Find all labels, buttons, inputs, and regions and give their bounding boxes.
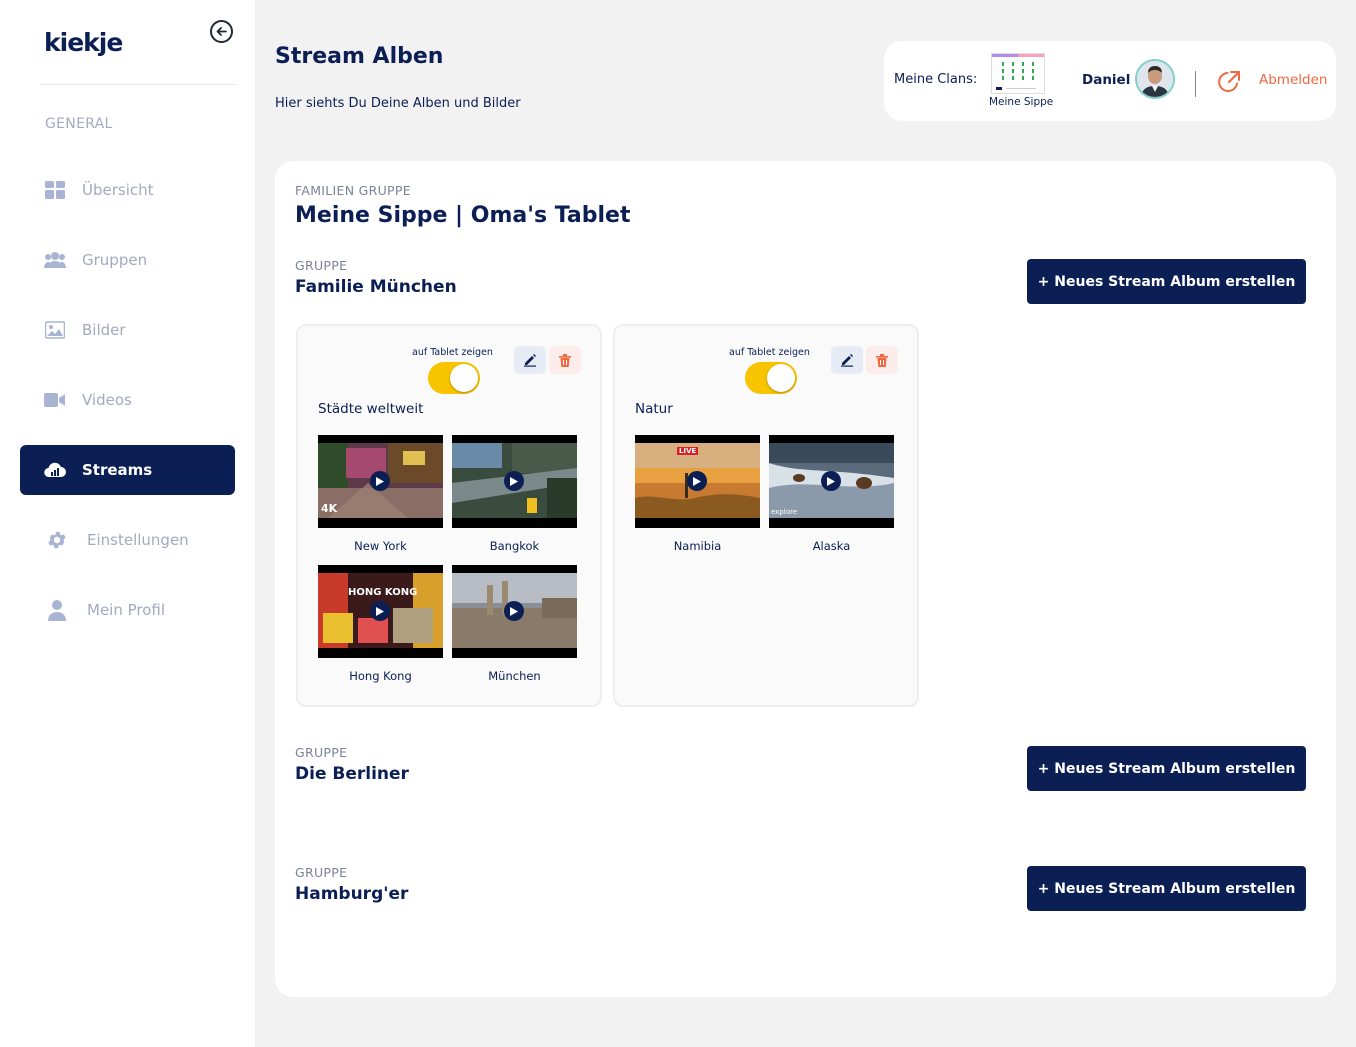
stream-tile-namibia[interactable]: LIVE Namibia — [635, 435, 760, 553]
sidebar-item-einstellungen[interactable]: Einstellungen — [20, 515, 235, 565]
edit-album-button[interactable] — [831, 346, 863, 374]
sidebar-item-label: Bilder — [82, 321, 126, 339]
group-title: Die Berliner — [295, 764, 409, 784]
play-icon — [687, 471, 707, 491]
family-group-kicker: FAMILIEN GRUPPE — [295, 183, 411, 198]
stream-albums-panel: FAMILIEN GRUPPE Meine Sippe | Oma's Tabl… — [275, 161, 1336, 997]
group-title: Hamburg'er — [295, 884, 409, 904]
kiekje-logo[interactable]: kiekje — [44, 28, 136, 64]
collapse-sidebar-button[interactable] — [210, 20, 233, 43]
sidebar-item-gruppen[interactable]: Gruppen — [20, 235, 235, 285]
stream-overlay-text: 4K — [321, 502, 338, 515]
album-name: Natur — [635, 401, 673, 417]
sidebar-item-videos[interactable]: Videos — [20, 375, 235, 425]
play-icon — [370, 471, 390, 491]
trash-icon — [559, 353, 571, 367]
edit-album-button[interactable] — [514, 346, 546, 374]
toggle-knob — [767, 364, 795, 392]
stream-thumbnail: explore — [769, 435, 894, 528]
new-stream-album-button[interactable]: + Neues Stream Album erstellen — [1027, 746, 1306, 791]
play-icon — [821, 471, 841, 491]
group-kicker: GRUPPE — [295, 865, 348, 880]
stream-tile-muenchen[interactable]: München — [452, 565, 577, 683]
user-header-card: Meine Clans: Meine Sippe Daniel Abmelden — [884, 41, 1336, 121]
group-kicker: GRUPPE — [295, 745, 348, 760]
show-on-tablet-toggle[interactable] — [428, 362, 480, 394]
stream-caption: Alaska — [812, 539, 851, 553]
gear-icon — [46, 529, 68, 551]
sidebar-item-mein-profil[interactable]: Mein Profil — [20, 585, 235, 635]
users-icon — [44, 249, 66, 271]
stream-tile-new-york[interactable]: 4K New York — [318, 435, 443, 553]
play-icon — [504, 601, 524, 621]
logout-icon[interactable] — [1216, 69, 1242, 95]
stream-tile-bangkok[interactable]: Bangkok — [452, 435, 577, 553]
cloud-signal-icon — [44, 459, 66, 481]
group-title: Familie München — [295, 277, 457, 297]
new-stream-album-button[interactable]: + Neues Stream Album erstellen — [1027, 259, 1306, 304]
sidebar-item-label: Einstellungen — [87, 531, 189, 549]
stream-overlay-text: explore — [771, 508, 798, 516]
sidebar-item-label: Gruppen — [82, 251, 148, 269]
stream-overlay-text: LIVE — [677, 447, 699, 455]
album-card: auf Tablet zeigen Städte weltweit 4K New… — [296, 324, 602, 707]
trash-icon — [876, 353, 888, 367]
show-on-tablet-label: auf Tablet zeigen — [412, 347, 493, 358]
family-group-title: Meine Sippe | Oma's Tablet — [295, 203, 631, 228]
clan-thumbnail[interactable] — [991, 53, 1045, 94]
video-camera-icon — [44, 389, 66, 411]
delete-album-button[interactable] — [549, 346, 581, 374]
album-card: auf Tablet zeigen Natur LIVE Namibia exp… — [613, 324, 919, 707]
clans-label: Meine Clans: — [894, 72, 978, 87]
stream-thumbnail — [452, 435, 577, 528]
stream-caption: Bangkok — [489, 539, 540, 553]
person-icon — [46, 599, 68, 621]
show-on-tablet-toggle[interactable] — [745, 362, 797, 394]
stream-thumbnail — [452, 565, 577, 658]
sidebar-item-uebersicht[interactable]: Übersicht — [20, 165, 235, 215]
sidebar-item-streams[interactable]: Streams — [20, 445, 235, 495]
sidebar-item-label: Videos — [82, 391, 132, 409]
new-stream-album-button[interactable]: + Neues Stream Album erstellen — [1027, 866, 1306, 911]
play-icon — [370, 601, 390, 621]
sidebar-item-label: Übersicht — [82, 181, 154, 199]
grid-icon — [44, 179, 66, 201]
sidebar-item-bilder[interactable]: Bilder — [20, 305, 235, 355]
stream-thumbnail: LIVE — [635, 435, 760, 528]
play-icon — [504, 471, 524, 491]
sidebar: kiekje GENERAL Übersicht Gruppen Bilder … — [0, 0, 255, 1047]
header-separator — [1195, 71, 1196, 97]
stream-caption: Namibia — [673, 539, 722, 553]
avatar[interactable] — [1135, 59, 1175, 99]
toggle-knob — [450, 364, 478, 392]
group-kicker: GRUPPE — [295, 258, 348, 273]
stream-overlay-text: HONG KONG — [348, 587, 418, 598]
show-on-tablet-label: auf Tablet zeigen — [729, 347, 810, 358]
user-name: Daniel — [1082, 72, 1131, 88]
pencil-icon — [841, 354, 853, 367]
page-title: Stream Alben — [275, 44, 444, 69]
logout-link[interactable]: Abmelden — [1259, 72, 1327, 88]
sidebar-section-label: GENERAL — [45, 116, 113, 132]
sidebar-divider — [40, 84, 236, 85]
album-name: Städte weltweit — [318, 401, 424, 417]
stream-caption: München — [488, 669, 541, 683]
stream-caption: Hong Kong — [349, 669, 412, 683]
stream-tile-alaska[interactable]: explore Alaska — [769, 435, 894, 553]
logo-wordmark: kiekje — [44, 28, 123, 57]
arrow-left-icon — [216, 27, 227, 36]
stream-caption: New York — [354, 539, 407, 553]
page-subtitle: Hier siehts Du Deine Alben und Bilder — [275, 96, 521, 111]
clan-name: Meine Sippe — [989, 96, 1054, 108]
pencil-icon — [524, 354, 536, 367]
stream-thumbnail: HONG KONG — [318, 565, 443, 658]
image-icon — [44, 319, 66, 341]
sidebar-item-label: Mein Profil — [87, 601, 166, 619]
stream-tile-hong-kong[interactable]: HONG KONG Hong Kong — [318, 565, 443, 683]
stream-thumbnail: 4K — [318, 435, 443, 528]
sidebar-item-label: Streams — [82, 461, 153, 479]
delete-album-button[interactable] — [866, 346, 898, 374]
